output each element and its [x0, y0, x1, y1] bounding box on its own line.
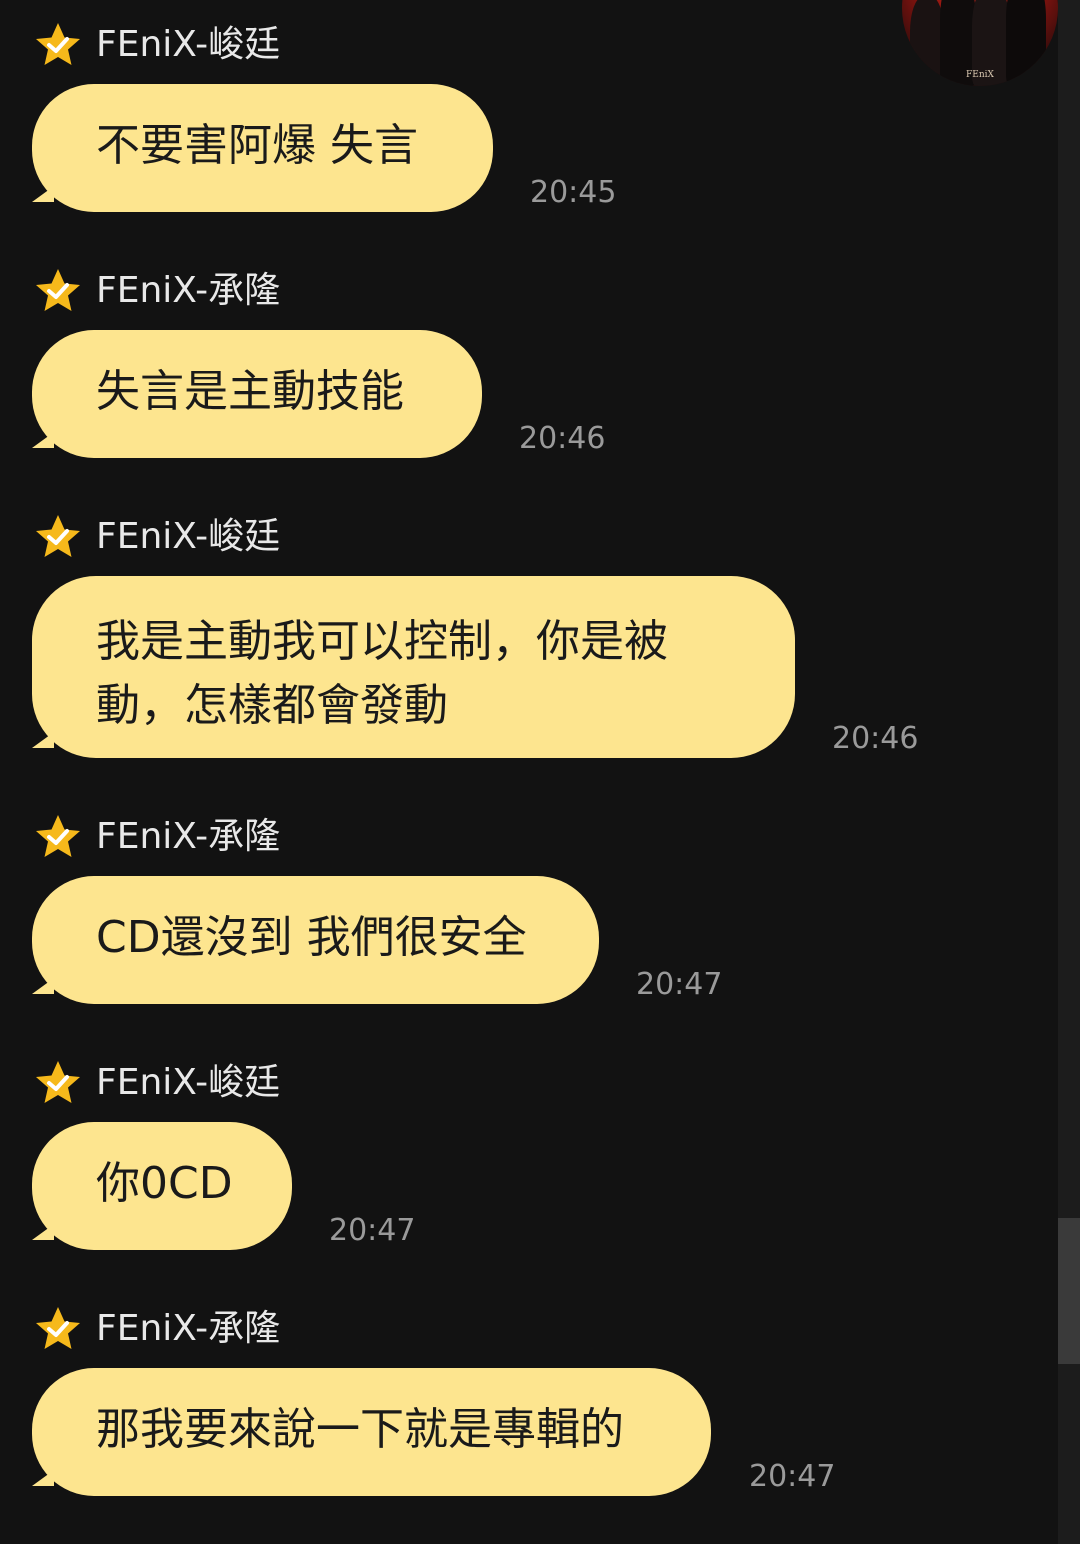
- chat-screen: FEniX FEniX-峻廷 不要害阿爆 失言 20:45 FEniX-承隆 失…: [0, 0, 1080, 1544]
- sender-row: FEniX-峻廷: [34, 20, 280, 70]
- message-bubble[interactable]: 你0CD: [32, 1122, 292, 1250]
- message-bubble[interactable]: CD還沒到 我們很安全: [32, 876, 599, 1004]
- message-time: 20:45: [530, 175, 617, 210]
- message-text-line: 動，怎樣都會發動: [96, 680, 448, 731]
- message-time: 20:47: [329, 1213, 416, 1248]
- star-check-icon: [36, 815, 80, 857]
- bubble-tail: [32, 1470, 54, 1486]
- sender-name[interactable]: FEniX-承隆: [96, 267, 280, 315]
- star-check-icon: [36, 1061, 80, 1103]
- sender-row: FEniX-承隆: [34, 812, 280, 862]
- message-bubble[interactable]: 那我要來說一下就是專輯的: [32, 1368, 711, 1496]
- message-text: 你0CD: [96, 1158, 233, 1209]
- scrollbar-thumb[interactable]: [1058, 1218, 1080, 1364]
- message-time: 20:47: [636, 967, 723, 1002]
- sender-row: FEniX-峻廷: [34, 512, 280, 562]
- bubble-tail: [32, 1224, 54, 1240]
- message-time: 20:47: [749, 1459, 836, 1494]
- message-bubble[interactable]: 不要害阿爆 失言: [32, 84, 493, 212]
- sender-name[interactable]: FEniX-承隆: [96, 813, 280, 861]
- message-text: 那我要來說一下就是專輯的: [96, 1404, 624, 1455]
- sender-name[interactable]: FEniX-承隆: [96, 1305, 280, 1353]
- message-text-line: 我是主動我可以控制，你是被: [96, 616, 668, 667]
- sender-name[interactable]: FEniX-峻廷: [96, 1059, 280, 1107]
- message-text: 失言是主動技能: [96, 366, 404, 417]
- message-text: CD還沒到 我們很安全: [96, 912, 527, 963]
- message-bubble[interactable]: 失言是主動技能: [32, 330, 482, 458]
- bubble-tail: [32, 732, 54, 748]
- scrollbar-track[interactable]: [1058, 0, 1080, 1544]
- bubble-tail: [32, 186, 54, 202]
- message-time: 20:46: [832, 721, 919, 756]
- sender-row: FEniX-承隆: [34, 1304, 280, 1354]
- message-time: 20:46: [519, 421, 606, 456]
- bubble-tail: [32, 978, 54, 994]
- sender-name[interactable]: FEniX-峻廷: [96, 21, 280, 69]
- sender-row: FEniX-峻廷: [34, 1058, 280, 1108]
- group-avatar[interactable]: FEniX: [902, 0, 1058, 86]
- star-check-icon: [36, 515, 80, 557]
- star-check-icon: [36, 1307, 80, 1349]
- bubble-tail: [32, 432, 54, 448]
- star-check-icon: [36, 269, 80, 311]
- star-check-icon: [36, 23, 80, 65]
- sender-name[interactable]: FEniX-峻廷: [96, 513, 280, 561]
- message-text: 不要害阿爆 失言: [96, 120, 418, 171]
- message-bubble[interactable]: 我是主動我可以控制，你是被 動，怎樣都會發動: [32, 576, 795, 758]
- sender-row: FEniX-承隆: [34, 266, 280, 316]
- avatar-logo: FEniX: [966, 70, 994, 80]
